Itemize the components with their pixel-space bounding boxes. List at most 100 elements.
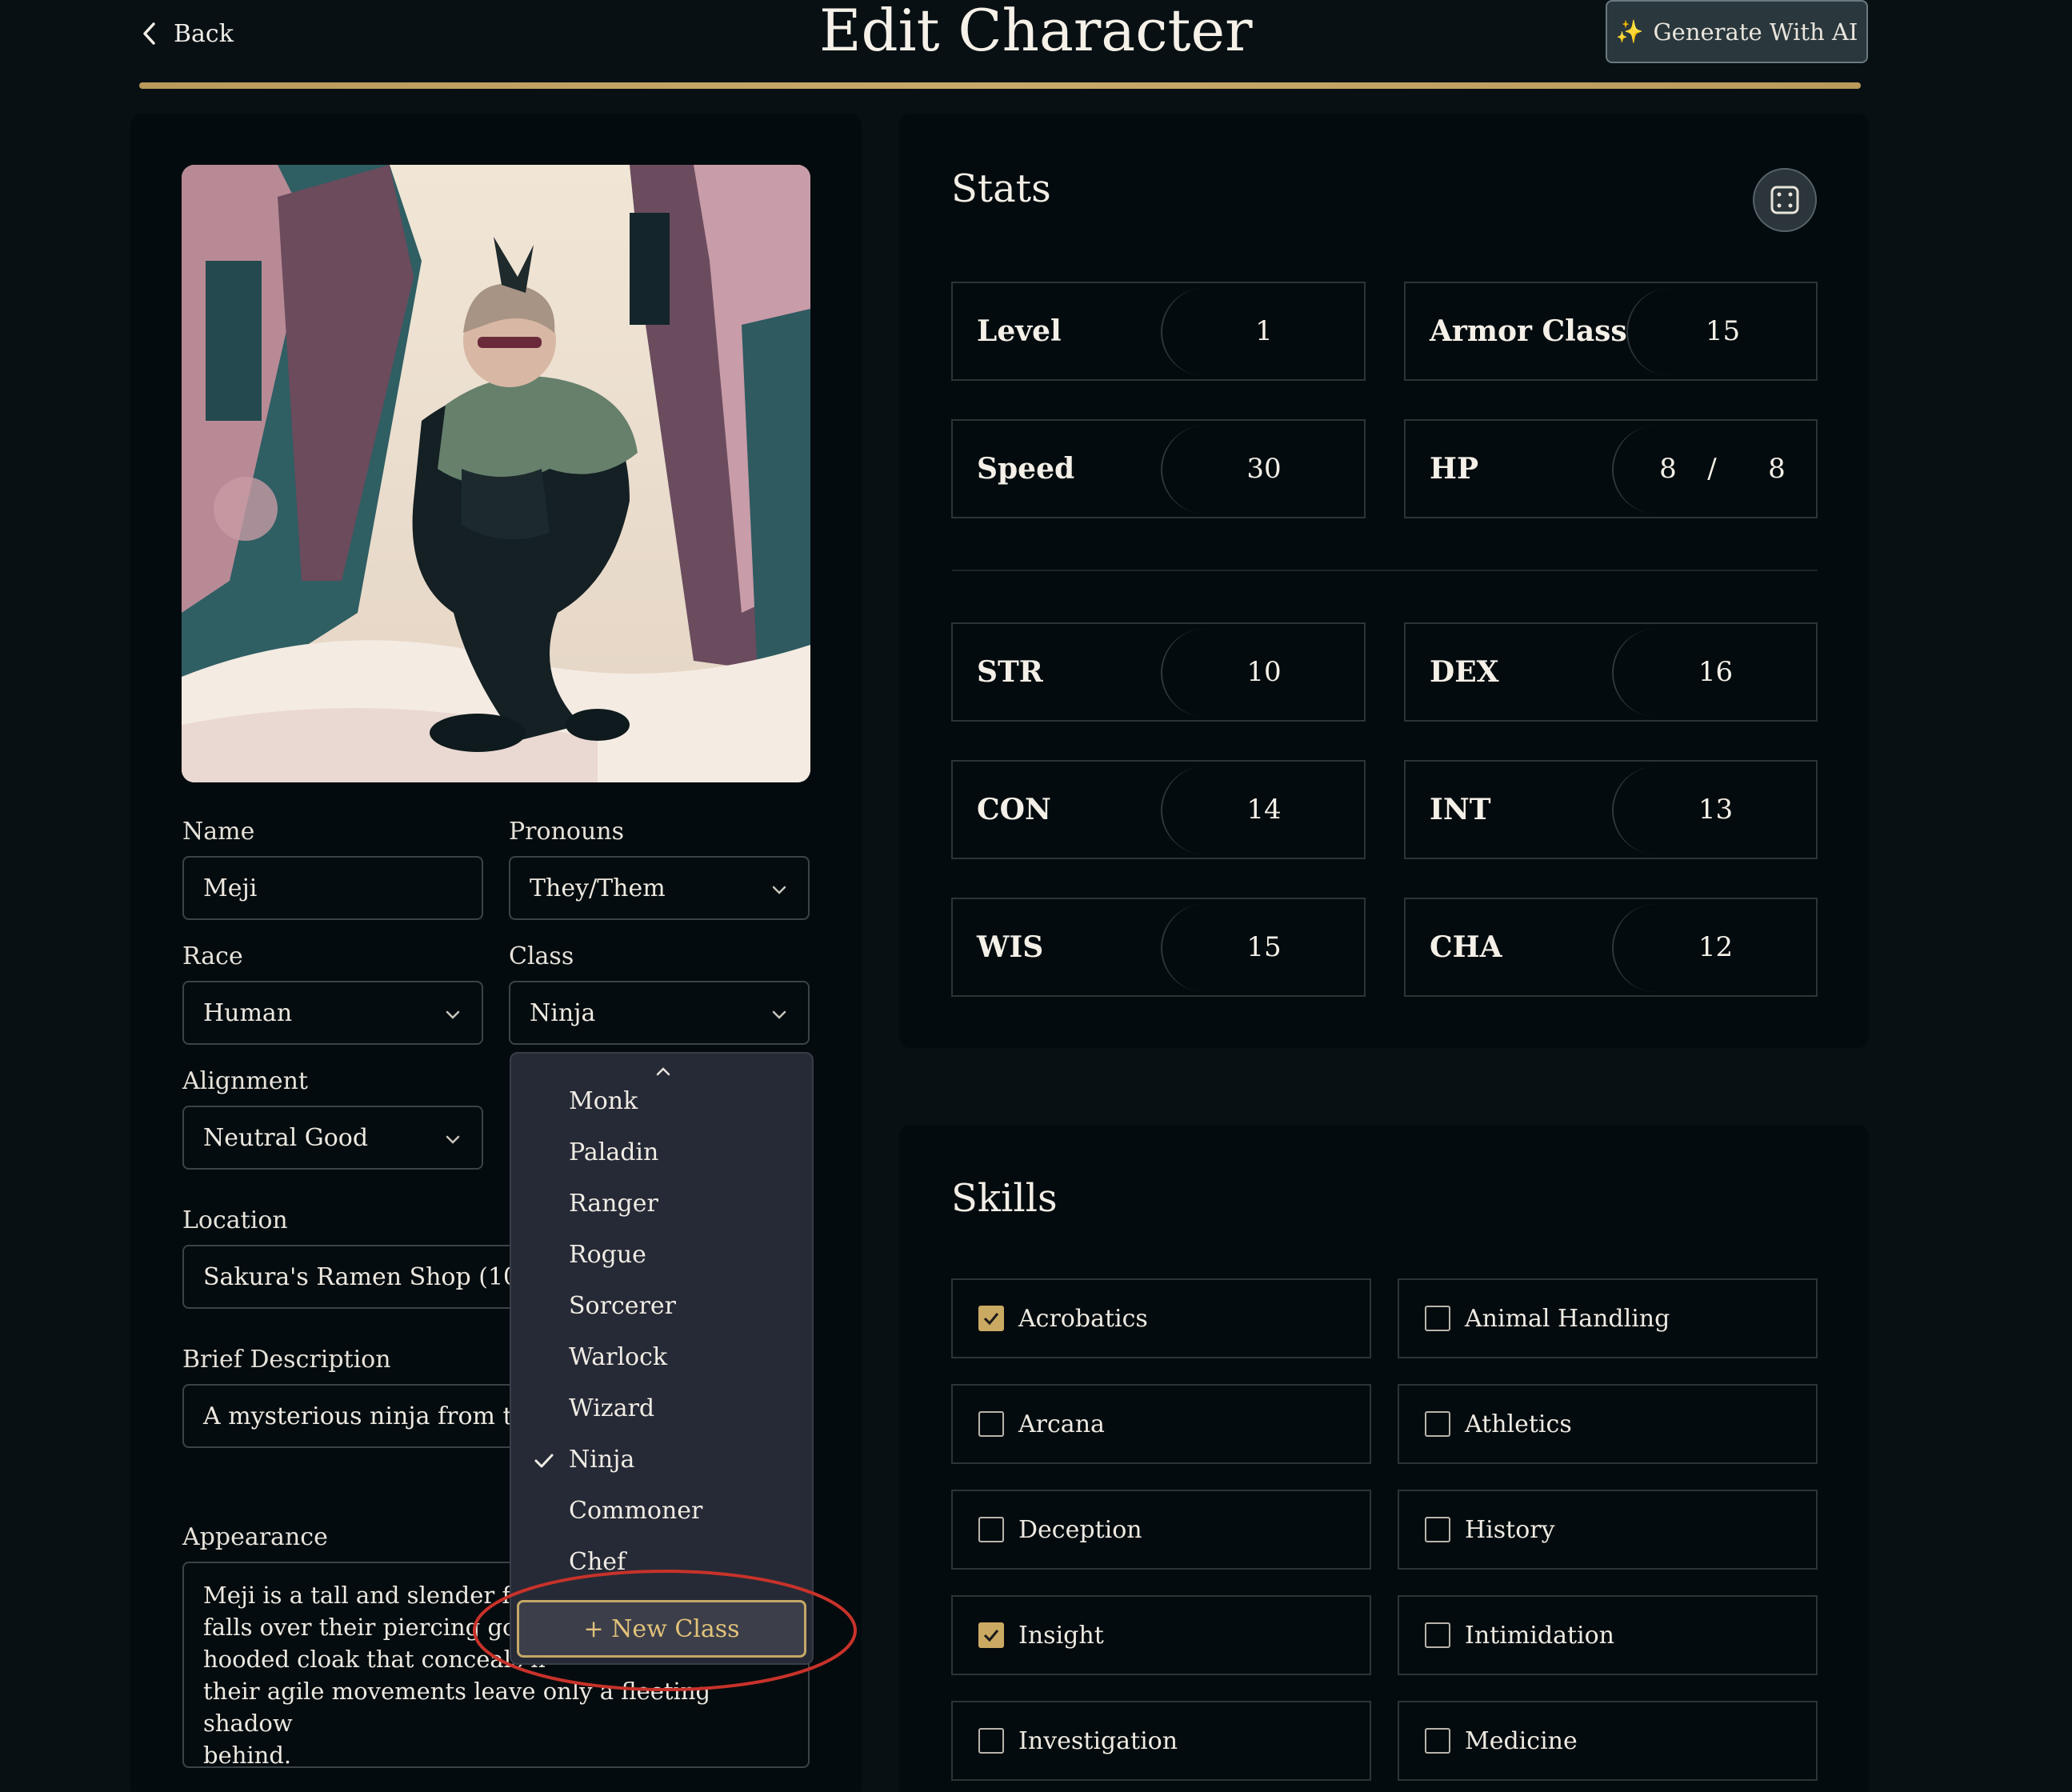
stats-title: Stats	[951, 166, 1051, 211]
skill-acrobatics[interactable]: Acrobatics	[951, 1278, 1371, 1358]
back-button[interactable]: Back	[140, 14, 234, 53]
checkbox-icon[interactable]	[1425, 1306, 1450, 1331]
skill-athletics[interactable]: Athletics	[1398, 1384, 1818, 1464]
class-option-wizard[interactable]: Wizard	[569, 1390, 654, 1428]
roll-stats-button[interactable]	[1753, 168, 1817, 232]
portrait-illustration	[182, 165, 810, 782]
stat-label: WIS	[977, 930, 1044, 964]
name-input[interactable]: Meji	[182, 856, 483, 920]
appearance-line: behind.	[203, 1742, 292, 1768]
stat-label: Armor Class	[1430, 314, 1627, 348]
alignment-select[interactable]: Neutral Good	[182, 1106, 483, 1170]
skill-intimidation[interactable]: Intimidation	[1398, 1595, 1818, 1675]
appearance-label: Appearance	[182, 1523, 328, 1551]
class-option-rogue[interactable]: Rogue	[569, 1236, 646, 1274]
class-option-ranger[interactable]: Ranger	[569, 1185, 658, 1223]
checkbox-icon[interactable]	[1425, 1517, 1450, 1542]
pronouns-label: Pronouns	[509, 818, 625, 846]
stat-label: CON	[977, 793, 1051, 826]
checkbox-checked-icon[interactable]	[978, 1306, 1004, 1331]
page-title: Edit Character	[819, 0, 1253, 64]
checkbox-icon[interactable]	[978, 1411, 1004, 1437]
stat-value: 10	[1246, 656, 1282, 688]
stat-armor-class: Armor Class 15	[1404, 282, 1818, 381]
chevron-down-icon	[446, 1010, 460, 1019]
skill-investigation[interactable]: Investigation	[951, 1701, 1371, 1781]
stat-hp: HP 8 / 8	[1404, 419, 1818, 518]
stat-label: Level	[977, 314, 1062, 348]
brief-description-label: Brief Description	[182, 1346, 391, 1374]
stat-label: Speed	[977, 452, 1075, 486]
highlight-circle-annotation	[473, 1570, 857, 1691]
class-label: Class	[509, 942, 574, 970]
checkbox-icon[interactable]	[978, 1728, 1004, 1754]
chevron-down-icon	[772, 1010, 786, 1019]
character-portrait[interactable]	[182, 165, 810, 782]
stat-label: DEX	[1430, 655, 1499, 689]
stat-level: Level 1	[951, 282, 1366, 381]
class-option-monk[interactable]: Monk	[569, 1082, 638, 1121]
stat-speed: Speed 30	[951, 419, 1366, 518]
generate-label: Generate With AI	[1653, 18, 1858, 46]
checkbox-icon[interactable]	[1425, 1411, 1450, 1437]
stat-value: 30	[1246, 453, 1282, 485]
chevron-up-icon[interactable]	[654, 1063, 673, 1079]
skill-arcana[interactable]: Arcana	[951, 1384, 1371, 1464]
stat-value: 12	[1698, 931, 1734, 963]
skill-insight[interactable]: Insight	[951, 1595, 1371, 1675]
chevron-left-icon	[143, 22, 155, 45]
stat-dex: DEX 16	[1404, 622, 1818, 722]
checkbox-icon[interactable]	[978, 1517, 1004, 1542]
skill-history[interactable]: History	[1398, 1490, 1818, 1570]
class-option-sorcerer[interactable]: Sorcerer	[569, 1287, 676, 1326]
class-option-commoner[interactable]: Commoner	[569, 1492, 702, 1530]
stat-wis: WIS 15	[951, 898, 1366, 997]
skill-deception[interactable]: Deception	[951, 1490, 1371, 1570]
stats-divider	[952, 570, 1818, 571]
chevron-down-icon	[772, 886, 786, 894]
stat-value: 14	[1246, 794, 1282, 826]
skill-animal-handling[interactable]: Animal Handling	[1398, 1278, 1818, 1358]
back-label: Back	[174, 19, 234, 48]
class-select[interactable]: Ninja	[509, 981, 810, 1045]
stat-cha: CHA 12	[1404, 898, 1818, 997]
stat-value: 15	[1246, 931, 1282, 963]
alignment-value: Neutral Good	[203, 1123, 369, 1152]
checkbox-icon[interactable]	[1425, 1728, 1450, 1754]
generate-with-ai-button[interactable]: ✨ Generate With AI	[1606, 0, 1868, 63]
class-value: Ninja	[530, 998, 596, 1027]
class-option-warlock[interactable]: Warlock	[569, 1338, 667, 1377]
check-icon	[534, 1454, 554, 1468]
stat-int: INT 13	[1404, 760, 1818, 859]
alignment-label: Alignment	[182, 1067, 308, 1095]
class-option-ninja[interactable]: Ninja	[569, 1441, 634, 1479]
checkbox-checked-icon[interactable]	[978, 1622, 1004, 1648]
name-value: Meji	[203, 874, 258, 902]
stat-label: CHA	[1430, 930, 1502, 964]
stat-con: CON 14	[951, 760, 1366, 859]
hp-max-value[interactable]: 8	[1753, 421, 1801, 517]
sparkles-icon: ✨	[1615, 18, 1644, 45]
pronouns-select[interactable]: They/Them	[509, 856, 810, 920]
skill-label: Acrobatics	[1018, 1304, 1148, 1333]
skill-label: Insight	[1018, 1621, 1104, 1650]
skill-label: Deception	[1018, 1515, 1142, 1544]
race-value: Human	[203, 998, 293, 1027]
race-label: Race	[182, 942, 243, 970]
hp-current-value[interactable]: 8	[1644, 421, 1692, 517]
class-option-paladin[interactable]: Paladin	[569, 1134, 658, 1172]
stat-value: 15	[1705, 315, 1741, 347]
skill-label: History	[1465, 1515, 1555, 1544]
skill-label: Intimidation	[1465, 1621, 1614, 1650]
checkbox-icon[interactable]	[1425, 1622, 1450, 1648]
skill-label: Animal Handling	[1465, 1304, 1670, 1333]
chevron-down-icon	[446, 1135, 460, 1144]
skill-label: Arcana	[1018, 1410, 1105, 1438]
race-select[interactable]: Human	[182, 981, 483, 1045]
stat-str: STR 10	[951, 622, 1366, 722]
skill-label: Athletics	[1465, 1410, 1572, 1438]
stat-label: STR	[977, 655, 1043, 689]
skill-medicine[interactable]: Medicine	[1398, 1701, 1818, 1781]
location-label: Location	[182, 1206, 288, 1234]
skill-label: Medicine	[1465, 1726, 1578, 1755]
